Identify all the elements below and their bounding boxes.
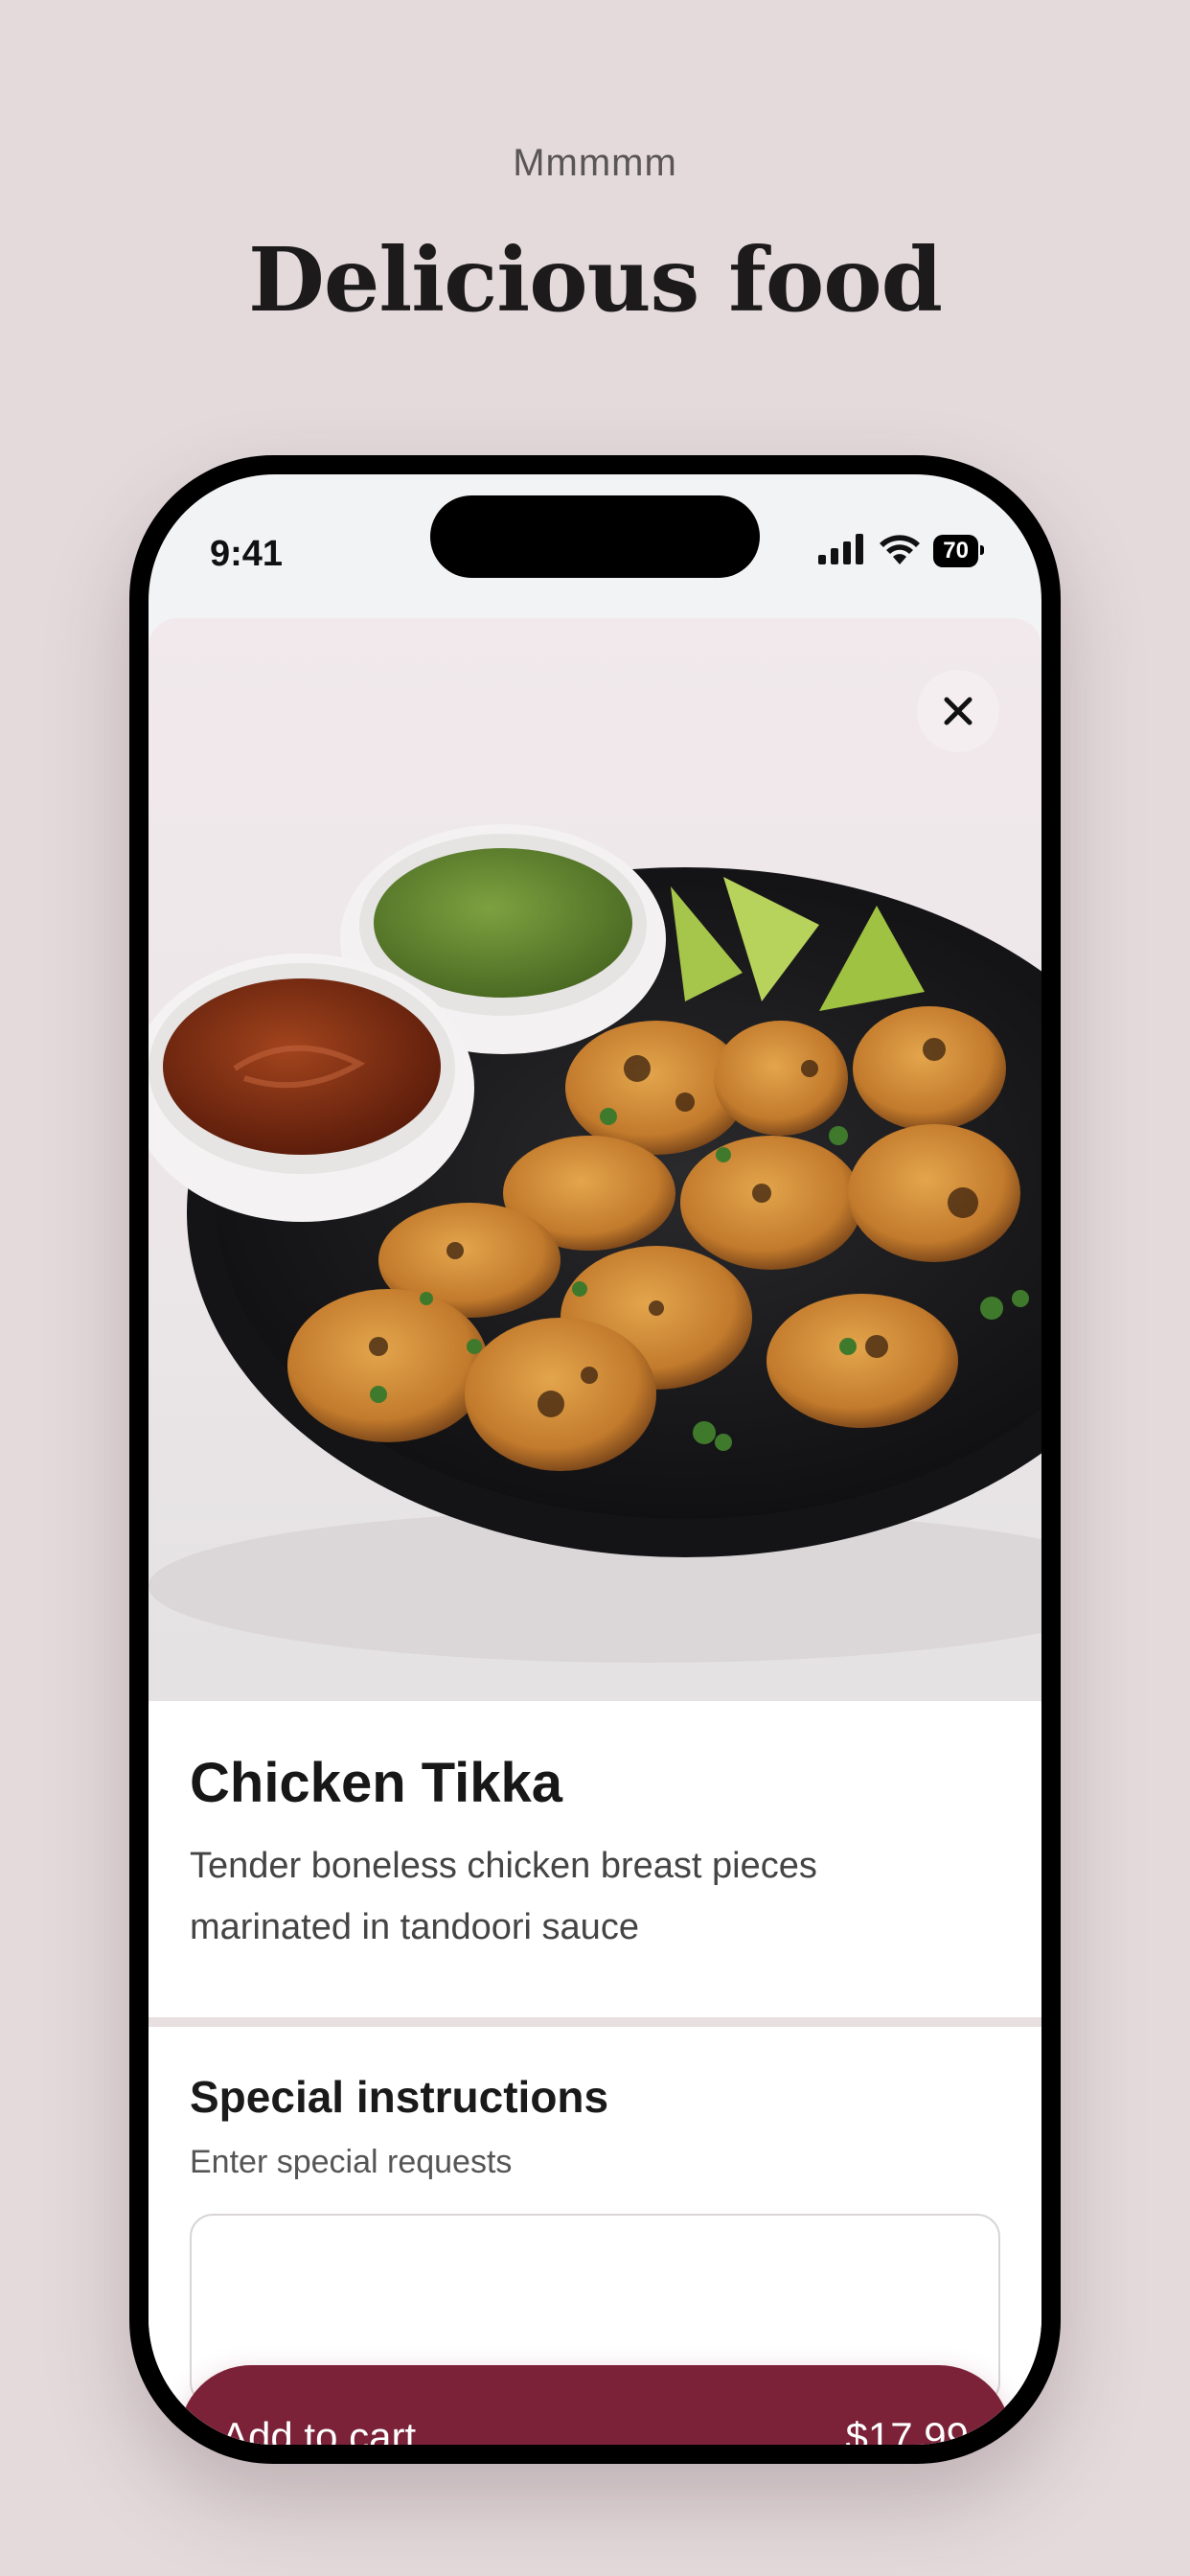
food-photo bbox=[149, 618, 1041, 1701]
instructions-subtitle: Enter special requests bbox=[190, 2144, 513, 2180]
status-icons: 70 bbox=[818, 534, 984, 568]
page-eyebrow: Mmmmm bbox=[513, 142, 677, 184]
close-button[interactable] bbox=[917, 670, 999, 752]
product-description: Tender boneless chicken breast pieces ma… bbox=[190, 1846, 817, 1947]
cart-price: $17.99 bbox=[845, 2414, 969, 2445]
product-name: Chicken Tikka bbox=[190, 1752, 563, 1814]
add-to-cart-label: Add to cart bbox=[221, 2414, 417, 2445]
item-sheet: Chicken Tikka Tender boneless chicken br… bbox=[149, 618, 1041, 2445]
page-title: Delicious food bbox=[248, 228, 943, 332]
battery-icon: 70 bbox=[933, 535, 984, 567]
section-divider bbox=[149, 2017, 1041, 2027]
cellular-signal-icon bbox=[818, 534, 866, 568]
status-time: 9:41 bbox=[210, 534, 284, 574]
add-to-cart-button[interactable]: Add to cart $17.99 bbox=[179, 2365, 1011, 2445]
food-illustration bbox=[149, 824, 1041, 1663]
dynamic-island bbox=[430, 495, 760, 578]
wifi-icon bbox=[878, 534, 922, 568]
phone-screen: 9:41 70 Chicken Tikka Tender boneless ch… bbox=[149, 474, 1041, 2445]
instructions-title: Special instructions bbox=[190, 2072, 609, 2122]
phone-frame: 9:41 70 Chicken Tikka Tender boneless ch… bbox=[129, 455, 1061, 2464]
close-icon bbox=[944, 697, 973, 725]
